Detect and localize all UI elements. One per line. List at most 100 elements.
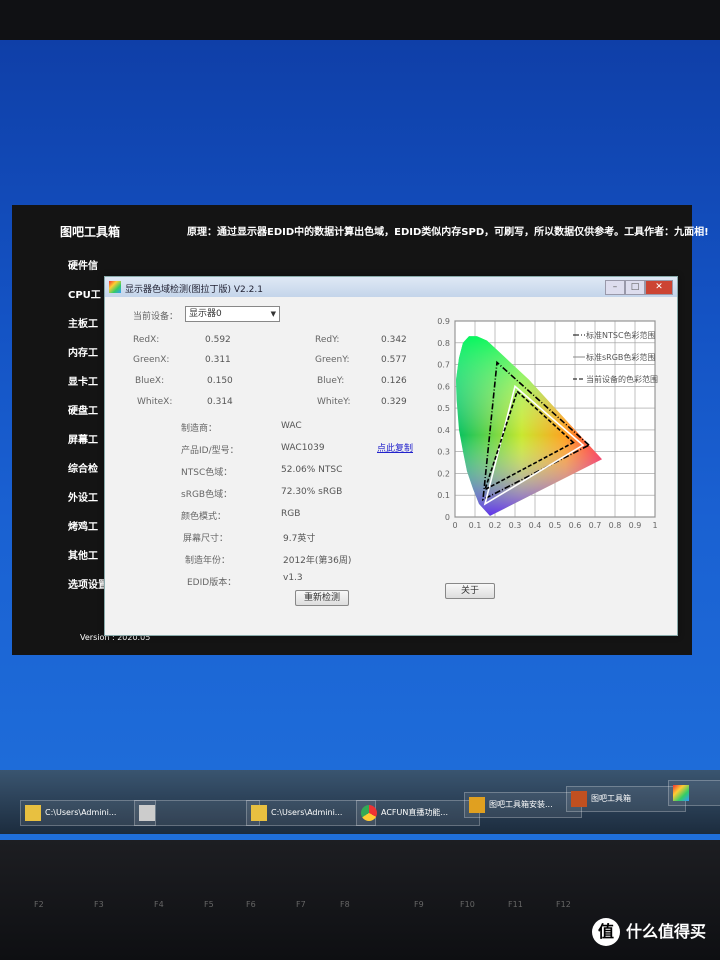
- info-value-manufacturer: WAC: [281, 421, 302, 431]
- x-tick-label: 0.2: [489, 521, 502, 530]
- greeny-label: GreenY:: [315, 355, 350, 365]
- menu-item-settings[interactable]: 选项设置: [68, 576, 108, 605]
- recheck-button[interactable]: 重新检测: [295, 590, 349, 606]
- key-f4: F4: [154, 900, 164, 909]
- box-icon: [469, 797, 485, 813]
- info-value-edid: v1.3: [283, 573, 303, 583]
- taskbar-item-label: C:\Users\Admini...: [271, 808, 343, 817]
- watermark-text: 什么值得买: [625, 921, 706, 941]
- info-label-ntsc: NTSC色域：: [181, 468, 233, 478]
- device-select-value: 显示器0: [189, 309, 222, 319]
- maximize-button[interactable]: □: [625, 280, 645, 295]
- greenx-value: 0.311: [205, 355, 231, 365]
- info-label-screen-size: 屏幕尺寸：: [183, 534, 229, 544]
- taskbar-item-gamut[interactable]: [668, 780, 720, 806]
- toolbox-title: 图吧工具箱: [60, 225, 121, 239]
- y-tick-label: 0.6: [437, 382, 450, 391]
- chrome-icon: [361, 805, 377, 821]
- drive-icon: [139, 805, 155, 821]
- key-f7: F7: [296, 900, 306, 909]
- menu-item-peripheral[interactable]: 外设工: [68, 489, 108, 518]
- info-label-srgb: sRGB色域：: [181, 490, 233, 500]
- watermark: 值什么值得买: [591, 918, 706, 946]
- dialog-titlebar[interactable]: 显示器色域检测(图拉丁版) V2.2.1 – □ ✕: [105, 277, 677, 297]
- taskbar-item-label: ACFUN直播功能...: [381, 808, 448, 817]
- menu-item-mainboard[interactable]: 主板工: [68, 315, 108, 344]
- greeny-value: 0.577: [381, 355, 407, 365]
- menu-item-screen[interactable]: 屏幕工: [68, 431, 108, 460]
- taskbar-item-label: C:\Users\Admini...: [45, 808, 117, 817]
- key-f5: F5: [204, 900, 214, 909]
- gamut-app-icon: [673, 785, 689, 801]
- info-label-edid: EDID版本：: [187, 578, 237, 588]
- info-value-ntsc: 52.06% NTSC: [281, 465, 343, 475]
- copy-link[interactable]: 点此复制: [377, 441, 413, 454]
- key-f9: F9: [414, 900, 424, 909]
- x-tick-label: 0.8: [609, 521, 622, 530]
- x-tick-label: 1: [652, 521, 657, 530]
- key-f8: F8: [340, 900, 350, 909]
- whitex-label: WhiteX:: [137, 397, 173, 407]
- bluex-label: BlueX:: [135, 376, 165, 386]
- y-tick-label: 0.5: [437, 404, 450, 413]
- info-value-screen-size: 9.7英寸: [283, 534, 316, 544]
- minimize-button[interactable]: –: [605, 280, 625, 295]
- info-value-product-id: WAC1039: [281, 443, 325, 453]
- y-tick-label: 0.2: [437, 469, 450, 478]
- x-tick-label: 0.6: [569, 521, 582, 530]
- redx-value: 0.592: [205, 335, 231, 345]
- key-f2: F2: [34, 900, 44, 909]
- principle-text: 原理：通过显示器EDID中的数据计算出色域，EDID类似内存SPD，可刷写，所以…: [187, 227, 709, 238]
- menu-item-memory[interactable]: 内存工: [68, 344, 108, 373]
- close-button[interactable]: ✕: [645, 280, 673, 295]
- x-tick-label: 0.3: [509, 521, 522, 530]
- x-tick-label: 0.5: [549, 521, 562, 530]
- menu-item-disk[interactable]: 硬盘工: [68, 402, 108, 431]
- key-f12: F12: [556, 900, 571, 909]
- smzdm-logo-icon: 值: [591, 918, 620, 946]
- legend-label: 标准NTSC色彩范围: [586, 330, 656, 340]
- menu-item-other[interactable]: 其他工: [68, 547, 108, 576]
- x-tick-label: 0: [452, 521, 457, 530]
- device-label: 当前设备：: [133, 312, 179, 322]
- redy-value: 0.342: [381, 335, 407, 345]
- menu-item-gpu[interactable]: 显卡工: [68, 373, 108, 402]
- menu-item-hardware[interactable]: 硬件信: [68, 257, 108, 286]
- greenx-label: GreenX:: [133, 355, 170, 365]
- monitor-bezel: [0, 0, 720, 44]
- folder-icon: [251, 805, 267, 821]
- x-tick-label: 0.4: [529, 521, 542, 530]
- whitex-value: 0.314: [207, 397, 233, 407]
- info-label-year: 制造年份：: [185, 556, 231, 566]
- menu-item-stress[interactable]: 烤鸡工: [68, 518, 108, 547]
- folder-icon: [25, 805, 41, 821]
- taskbar: C:\Users\Admini... C:\Users\Admini... AC…: [0, 770, 720, 834]
- legend-label: 标准sRGB色彩范围: [586, 352, 655, 362]
- info-value-color-mode: RGB: [281, 509, 301, 519]
- key-f10: F10: [460, 900, 475, 909]
- y-tick-label: 0.9: [437, 317, 450, 326]
- app-icon: [109, 281, 121, 293]
- taskbar-item-drive[interactable]: [134, 800, 260, 826]
- whitey-value: 0.329: [381, 397, 407, 407]
- menu-item-general[interactable]: 综合检: [68, 460, 108, 489]
- cie-chart-svg: 0 0.1 0.2 0.3 0.4 0.5 0.6 0.7 0.8 0.9 1 0 0.1 0.2 0.3 0…: [437, 317, 658, 530]
- taskbar-item-installer[interactable]: 图吧工具箱安装...: [464, 792, 582, 818]
- x-tick-label: 0.1: [469, 521, 482, 530]
- bluey-label: BlueY:: [317, 376, 345, 386]
- device-select[interactable]: 显示器0 ▼: [185, 306, 280, 322]
- menu-item-cpu[interactable]: CPU工: [68, 286, 108, 315]
- key-f6: F6: [246, 900, 256, 909]
- cie-chart: 0 0.1 0.2 0.3 0.4 0.5 0.6 0.7 0.8 0.9 1 0 0.1 0.2 0.3 0…: [435, 317, 660, 547]
- y-tick-label: 0.7: [437, 361, 450, 370]
- y-tick-label: 0.1: [437, 491, 450, 500]
- y-tick-label: 0.8: [437, 339, 450, 348]
- chevron-down-icon: ▼: [270, 310, 276, 318]
- y-tick-label: 0: [445, 513, 450, 522]
- about-button[interactable]: 关于: [445, 583, 495, 599]
- x-tick-label: 0.7: [589, 521, 602, 530]
- redx-label: RedX:: [133, 335, 160, 345]
- whitey-label: WhiteY:: [317, 397, 351, 407]
- key-f3: F3: [94, 900, 104, 909]
- taskbar-item-chrome[interactable]: ACFUN直播功能...: [356, 800, 480, 826]
